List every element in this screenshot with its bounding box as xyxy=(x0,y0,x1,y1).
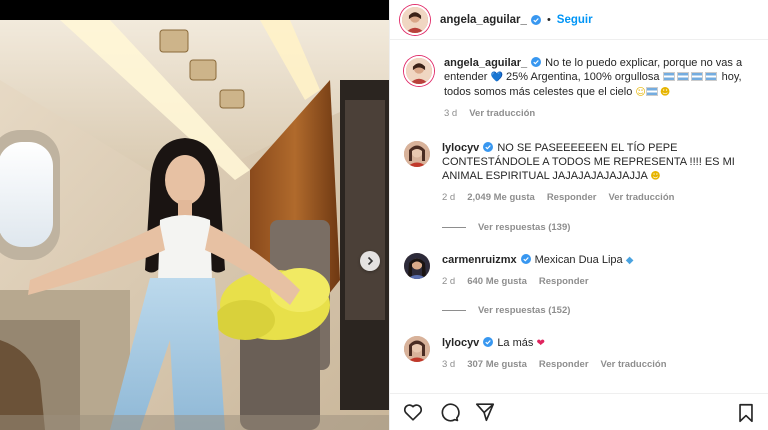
comment-time: 2 d xyxy=(442,192,456,203)
verified-badge-icon xyxy=(531,57,542,67)
post-photo[interactable] xyxy=(0,20,389,430)
translate-link[interactable]: Ver traducción xyxy=(608,192,674,203)
commenter-avatar[interactable] xyxy=(404,253,430,279)
comment-meta: 3 d 307 Me gusta Responder Ver traducció… xyxy=(442,359,757,370)
comment-body: La más xyxy=(497,337,534,349)
like-button[interactable] xyxy=(402,401,424,423)
comment-text: carmenruizmx Mexican Dua Lipa ◆ xyxy=(442,253,757,268)
verified-badge-icon xyxy=(483,337,494,347)
comment-text: lylocyv La más ❤ xyxy=(442,336,757,351)
laughing-face-icon: ☻ xyxy=(650,171,661,182)
comment-meta: 2 d 2,049 Me gusta Responder Ver traducc… xyxy=(442,192,757,203)
commenter-avatar[interactable] xyxy=(404,141,430,167)
next-photo-button[interactable] xyxy=(360,251,380,271)
commenter-avatar[interactable] xyxy=(404,336,430,362)
reply-button[interactable]: Responder xyxy=(539,276,589,287)
instagram-post: angela_aguilar_ • Seguir angela_aguilar_… xyxy=(0,0,768,430)
view-replies-label: Ver respuestas (139) xyxy=(478,222,571,233)
comment-row: carmenruizmx Mexican Dua Lipa ◆ 2 d 640 M… xyxy=(404,253,759,287)
translate-link[interactable]: Ver traducción xyxy=(601,359,667,370)
share-button[interactable] xyxy=(474,401,496,423)
argentina-flag-icon xyxy=(676,72,689,81)
comments-list[interactable]: angela_aguilar_ No te lo puedo explicar, … xyxy=(390,44,768,389)
view-replies-button[interactable]: Ver respuestas (139) xyxy=(442,222,570,233)
comments-panel: angela_aguilar_ • Seguir angela_aguilar_… xyxy=(389,0,768,430)
bookmark-icon xyxy=(739,403,753,423)
smiling-face-icon: ☺ xyxy=(635,87,646,98)
caption-translate-link[interactable]: Ver traducción xyxy=(469,108,535,119)
comment-likes[interactable]: 307 Me gusta xyxy=(467,359,527,370)
commenter-username[interactable]: lylocyv xyxy=(442,142,479,154)
action-bar xyxy=(390,393,768,430)
gem-icon: ◆ xyxy=(625,255,634,266)
verified-badge-icon xyxy=(520,254,531,264)
chevron-right-icon xyxy=(367,256,374,266)
comment-text: lylocyv NO SE PASEEEEEEN EL TÍO PEPE CONT… xyxy=(442,141,757,184)
reply-button[interactable]: Responder xyxy=(539,359,589,370)
caption-username[interactable]: angela_aguilar_ xyxy=(444,57,527,69)
argentina-flag-icon xyxy=(645,87,658,96)
blue-heart-icon: 💙 xyxy=(490,72,503,83)
comment-meta: 2 d 640 Me gusta Responder xyxy=(442,276,757,287)
argentina-flag-icon xyxy=(690,72,703,81)
comment-time: 2 d xyxy=(442,276,456,287)
commenter-username[interactable]: carmenruizmx xyxy=(442,254,517,266)
caption-text-part2: 25% Argentina, 100% orgullosa xyxy=(506,71,660,83)
author-username[interactable]: angela_aguilar_ xyxy=(440,14,527,26)
replies-divider xyxy=(442,227,466,228)
verified-badge-icon xyxy=(483,142,494,152)
heart-icon xyxy=(403,404,423,421)
comment-likes[interactable]: 2,049 Me gusta xyxy=(467,192,535,203)
red-heart-icon: ❤ xyxy=(536,338,545,349)
caption-row: angela_aguilar_ No te lo puedo explicar, … xyxy=(404,56,759,119)
argentina-flag-icon xyxy=(662,72,675,81)
commenter-username[interactable]: lylocyv xyxy=(442,337,479,349)
comment-time: 3 d xyxy=(442,359,456,370)
verified-badge-icon xyxy=(530,14,541,25)
comment-likes[interactable]: 640 Me gusta xyxy=(467,276,527,287)
save-button[interactable] xyxy=(735,402,757,424)
caption-avatar[interactable] xyxy=(404,56,434,86)
comment-body: Mexican Dua Lipa xyxy=(534,254,623,266)
author-avatar[interactable] xyxy=(400,4,430,35)
comment-icon xyxy=(441,403,460,422)
caption-meta: 3 d Ver traducción xyxy=(444,108,759,119)
share-icon xyxy=(475,403,495,422)
comment-button[interactable] xyxy=(438,401,460,423)
caption-time: 3 d xyxy=(444,108,458,119)
argentina-flag-icon xyxy=(704,72,717,81)
comment-row: lylocyv NO SE PASEEEEEEN EL TÍO PEPE CONT… xyxy=(404,141,759,203)
media-top-bar xyxy=(0,0,389,20)
header-separator: • xyxy=(546,13,551,26)
comment-row: lylocyv La más ❤ 3 d 307 Me gusta Respond… xyxy=(404,336,759,370)
post-header: angela_aguilar_ • Seguir xyxy=(390,0,768,40)
view-replies-button[interactable]: Ver respuestas (152) xyxy=(442,305,570,316)
post-media xyxy=(0,0,389,430)
reply-button[interactable]: Responder xyxy=(547,192,597,203)
view-replies-label: Ver respuestas (152) xyxy=(478,305,571,316)
follow-button[interactable]: Seguir xyxy=(557,14,593,26)
caption-text: angela_aguilar_ No te lo puedo explicar, … xyxy=(444,56,759,100)
laughing-face-icon: ☻ xyxy=(659,87,671,98)
replies-divider xyxy=(442,310,466,311)
